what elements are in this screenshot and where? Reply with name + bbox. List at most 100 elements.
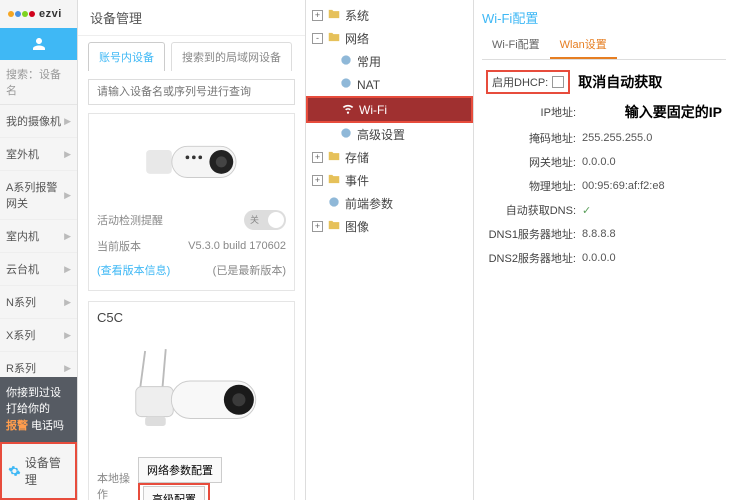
form-row: 网关地址:0.0.0.0 bbox=[486, 150, 722, 174]
motion-toggle[interactable]: 关 bbox=[244, 210, 286, 230]
folder-icon bbox=[327, 218, 341, 235]
sidebar-item[interactable]: 我的摄像机▶ bbox=[0, 105, 77, 138]
tree-label: Wi-Fi bbox=[359, 103, 387, 117]
tree-item-前端参数[interactable]: 前端参数 bbox=[306, 192, 473, 215]
subtab-wifi[interactable]: Wi-Fi配置 bbox=[482, 31, 550, 59]
form-row: 掩码地址:255.255.255.0 bbox=[486, 126, 722, 150]
form-row: DNS1服务器地址:8.8.8.8 bbox=[486, 222, 722, 246]
tree-toggle-icon[interactable]: - bbox=[312, 33, 323, 44]
form-row: 启用DHCP:取消自动获取 bbox=[486, 66, 722, 98]
sidebar: ezvi 搜索：设备名 我的摄像机▶室外机▶A系列报警网关▶室内机▶云台机▶N系… bbox=[0, 0, 78, 500]
config-panel: Wi-Fi配置 Wi-Fi配置 Wlan设置 启用DHCP:取消自动获取IP地址… bbox=[474, 0, 734, 500]
tree-item-高级设置[interactable]: 高级设置 bbox=[306, 123, 473, 146]
version-status: (已是最新版本) bbox=[213, 262, 286, 278]
form-row: DNS2服务器地址:0.0.0.0 bbox=[486, 246, 722, 270]
tree-label: 系统 bbox=[345, 7, 369, 24]
logo: ezvi bbox=[0, 0, 77, 28]
tab-lan-devices[interactable]: 搜索到的局域网设备 bbox=[171, 42, 292, 71]
form-row: 自动获取DNS:✓ bbox=[486, 198, 722, 222]
field-value: 00:95:69:af:f2:e8 bbox=[582, 180, 722, 192]
page-icon bbox=[327, 195, 341, 212]
tree-label: NAT bbox=[357, 78, 380, 92]
tree-label: 存储 bbox=[345, 149, 369, 166]
tree-item-系统[interactable]: + 系统 bbox=[306, 4, 473, 27]
search-label: 搜索：设备名 bbox=[0, 60, 77, 105]
tree-item-存储[interactable]: + 存储 bbox=[306, 146, 473, 169]
field-value: ✓ bbox=[582, 204, 722, 217]
tree-toggle-icon[interactable]: + bbox=[312, 221, 323, 232]
field-label: DNS2服务器地址: bbox=[486, 250, 582, 266]
wifi-icon bbox=[341, 101, 355, 118]
field-value: 255.255.255.0 bbox=[582, 132, 722, 144]
tree-item-图像[interactable]: + 图像 bbox=[306, 215, 473, 238]
logo-text: ezvi bbox=[39, 8, 62, 20]
advanced-config-button[interactable]: 高级配置 bbox=[143, 486, 205, 500]
device-card: C5C 本地操作 网络参数配置 高级配置 活动检测提醒 关 bbox=[88, 301, 295, 500]
version-label: 当前版本 bbox=[97, 238, 141, 254]
field-value: 8.8.8.8 bbox=[582, 228, 722, 240]
local-op-label: 本地操作 bbox=[97, 470, 138, 500]
tree-label: 网络 bbox=[345, 30, 369, 47]
view-version-link[interactable]: (查看版本信息) bbox=[97, 262, 170, 278]
sidebar-item[interactable]: A系列报警网关▶ bbox=[0, 171, 77, 220]
sidebar-item[interactable]: 室内机▶ bbox=[0, 220, 77, 253]
sidebar-item[interactable]: X系列▶ bbox=[0, 319, 77, 352]
device-search-input[interactable] bbox=[88, 79, 295, 105]
tree-label: 图像 bbox=[345, 218, 369, 235]
tree-item-常用[interactable]: 常用 bbox=[306, 50, 473, 73]
subtab-wlan[interactable]: Wlan设置 bbox=[550, 31, 617, 59]
camera-image bbox=[97, 329, 286, 447]
field-value: 0.0.0.0 bbox=[582, 156, 722, 168]
field-label: 自动获取DNS: bbox=[486, 202, 582, 218]
folder-icon bbox=[327, 172, 341, 189]
sidebar-item[interactable]: 室外机▶ bbox=[0, 138, 77, 171]
form-row: 物理地址:00:95:69:af:f2:e8 bbox=[486, 174, 722, 198]
page-icon bbox=[339, 76, 353, 93]
motion-label: 活动检测提醒 bbox=[97, 212, 163, 228]
sidebar-item[interactable]: R系列▶ bbox=[0, 352, 77, 377]
device-panel: 设备管理 账号内设备 搜索到的局域网设备 活动检测提醒 关 当前版本 V5.3.… bbox=[78, 0, 306, 500]
tree-label: 前端参数 bbox=[345, 195, 393, 212]
gear-icon bbox=[8, 464, 21, 478]
tree-toggle-icon[interactable]: + bbox=[312, 152, 323, 163]
sidebar-item[interactable]: N系列▶ bbox=[0, 286, 77, 319]
page-icon bbox=[339, 53, 353, 70]
camera-image bbox=[97, 122, 286, 200]
folder-icon bbox=[327, 149, 341, 166]
folder-icon bbox=[327, 7, 341, 24]
tree-item-wi-fi[interactable]: Wi-Fi bbox=[306, 96, 473, 123]
annotation: 输入要固定的IP bbox=[625, 102, 722, 122]
folder-icon bbox=[327, 30, 341, 47]
field-value: 0.0.0.0 bbox=[582, 252, 722, 264]
user-icon[interactable] bbox=[0, 28, 77, 60]
version-value: V5.3.0 build 170602 bbox=[188, 240, 286, 252]
settings-tree: + 系统 - 网络常用 NAT Wi-Fi 高级设置 + 存储 + 事件前端参数 + 图像 bbox=[306, 0, 474, 500]
network-config-button[interactable]: 网络参数配置 bbox=[138, 457, 222, 483]
tree-label: 高级设置 bbox=[357, 126, 405, 143]
field-label: 掩码地址: bbox=[486, 130, 582, 146]
tree-item-nat[interactable]: NAT bbox=[306, 73, 473, 96]
page-icon bbox=[339, 126, 353, 143]
panel-title: 设备管理 bbox=[78, 0, 305, 36]
field-label: DNS1服务器地址: bbox=[486, 226, 582, 242]
tree-label: 常用 bbox=[357, 53, 381, 70]
device-card: 活动检测提醒 关 当前版本 V5.3.0 build 170602 (查看版本信… bbox=[88, 113, 295, 291]
tree-toggle-icon[interactable]: + bbox=[312, 10, 323, 21]
form-row: IP地址: 输入要固定的IP bbox=[486, 98, 722, 126]
tab-account-devices[interactable]: 账号内设备 bbox=[88, 42, 165, 71]
sidebar-item[interactable]: 云台机▶ bbox=[0, 253, 77, 286]
config-title: Wi-Fi配置 bbox=[482, 4, 726, 31]
field-label: IP地址: bbox=[486, 104, 582, 120]
tree-toggle-icon[interactable]: + bbox=[312, 175, 323, 186]
field-label: 网关地址: bbox=[486, 154, 582, 170]
tree-item-网络[interactable]: - 网络 bbox=[306, 27, 473, 50]
promo-banner: 你接到过设 打给你的 报警 电话吗 bbox=[0, 377, 77, 443]
dhcp-checkbox[interactable] bbox=[552, 76, 564, 88]
device-name: C5C bbox=[97, 310, 286, 325]
field-label: 物理地址: bbox=[486, 178, 582, 194]
check-icon: ✓ bbox=[582, 205, 591, 217]
tree-item-事件[interactable]: + 事件 bbox=[306, 169, 473, 192]
device-management-button[interactable]: 设备管理 bbox=[0, 442, 77, 500]
tree-label: 事件 bbox=[345, 172, 369, 189]
annotation: 取消自动获取 bbox=[578, 72, 662, 92]
